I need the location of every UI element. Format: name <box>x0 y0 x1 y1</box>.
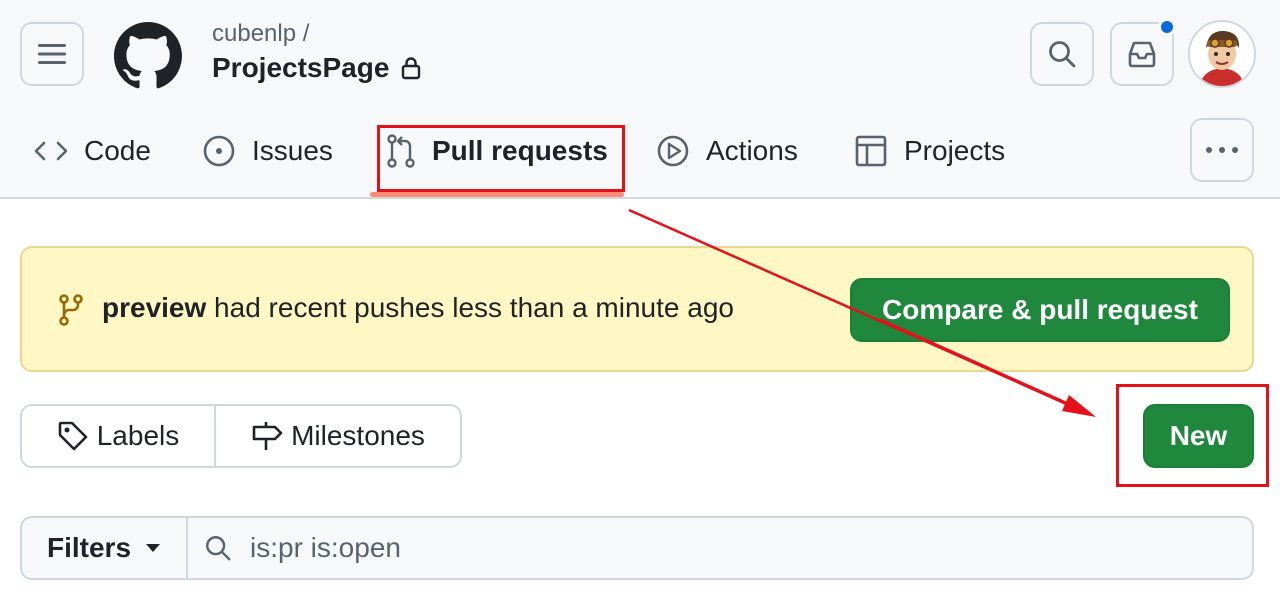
notification-dot <box>1158 18 1176 36</box>
branch-name[interactable]: preview <box>102 292 206 323</box>
table-icon <box>855 135 887 167</box>
tab-actions-label: Actions <box>706 135 798 166</box>
tab-projects-label: Projects <box>904 135 1006 166</box>
compare-pull-request-button[interactable]: Compare & pull request <box>850 278 1230 342</box>
search-icon <box>206 536 231 561</box>
filter-bar: Filters <box>20 516 1254 580</box>
search-field <box>188 518 1252 578</box>
labels-milestones-group: Labels Milestones <box>20 404 462 468</box>
github-logo-icon[interactable] <box>114 22 182 90</box>
hamburger-menu-button[interactable] <box>20 22 84 86</box>
recent-pushes-message: preview had recent pushes less than a mi… <box>102 292 734 324</box>
repo-owner-link[interactable]: cubenlp / <box>212 20 309 48</box>
recent-pushes-text: had recent pushes less than a minute ago <box>206 292 734 323</box>
tab-code-label: Code <box>84 135 151 166</box>
labels-label: Labels <box>96 420 180 451</box>
lock-icon <box>402 57 421 80</box>
tab-issues-label: Issues <box>252 135 333 166</box>
annotation-highlight-pull-requests <box>377 125 625 192</box>
milestone-icon <box>252 422 283 450</box>
filters-label: Filters <box>46 532 132 563</box>
tab-code[interactable]: Code <box>34 130 151 172</box>
user-avatar-icon <box>1190 22 1254 86</box>
triangle-down-icon <box>146 544 161 552</box>
milestones-label: Milestones <box>291 420 425 451</box>
play-icon <box>657 135 689 167</box>
selected-tab-underline <box>370 192 624 197</box>
avatar[interactable] <box>1188 20 1256 88</box>
code-icon <box>34 141 68 161</box>
search-icon <box>1049 41 1076 68</box>
recent-pushes-banner: preview had recent pushes less than a mi… <box>20 246 1254 372</box>
issue-opened-icon <box>203 135 235 167</box>
filters-dropdown-button[interactable]: Filters <box>22 518 188 578</box>
git-branch-icon <box>59 294 83 326</box>
more-tabs-button[interactable] <box>1190 118 1254 182</box>
inbox-icon <box>1128 41 1156 68</box>
search-button[interactable] <box>1030 22 1094 86</box>
hamburger-icon <box>38 44 66 64</box>
annotation-highlight-new <box>1116 384 1269 487</box>
tag-icon <box>58 421 88 451</box>
tab-projects[interactable]: Projects <box>854 130 1005 172</box>
repo-header: cubenlp / ProjectsPage Code Issues Pull … <box>0 0 1280 199</box>
milestones-button[interactable]: Milestones <box>216 406 460 466</box>
labels-button[interactable]: Labels <box>22 406 216 466</box>
repo-name-link[interactable]: ProjectsPage <box>212 52 389 84</box>
search-input[interactable] <box>248 531 1152 565</box>
kebab-horizontal-icon <box>1206 147 1238 153</box>
tab-issues[interactable]: Issues <box>202 130 333 172</box>
tab-actions[interactable]: Actions <box>656 130 798 172</box>
repo-title: ProjectsPage <box>212 52 421 84</box>
